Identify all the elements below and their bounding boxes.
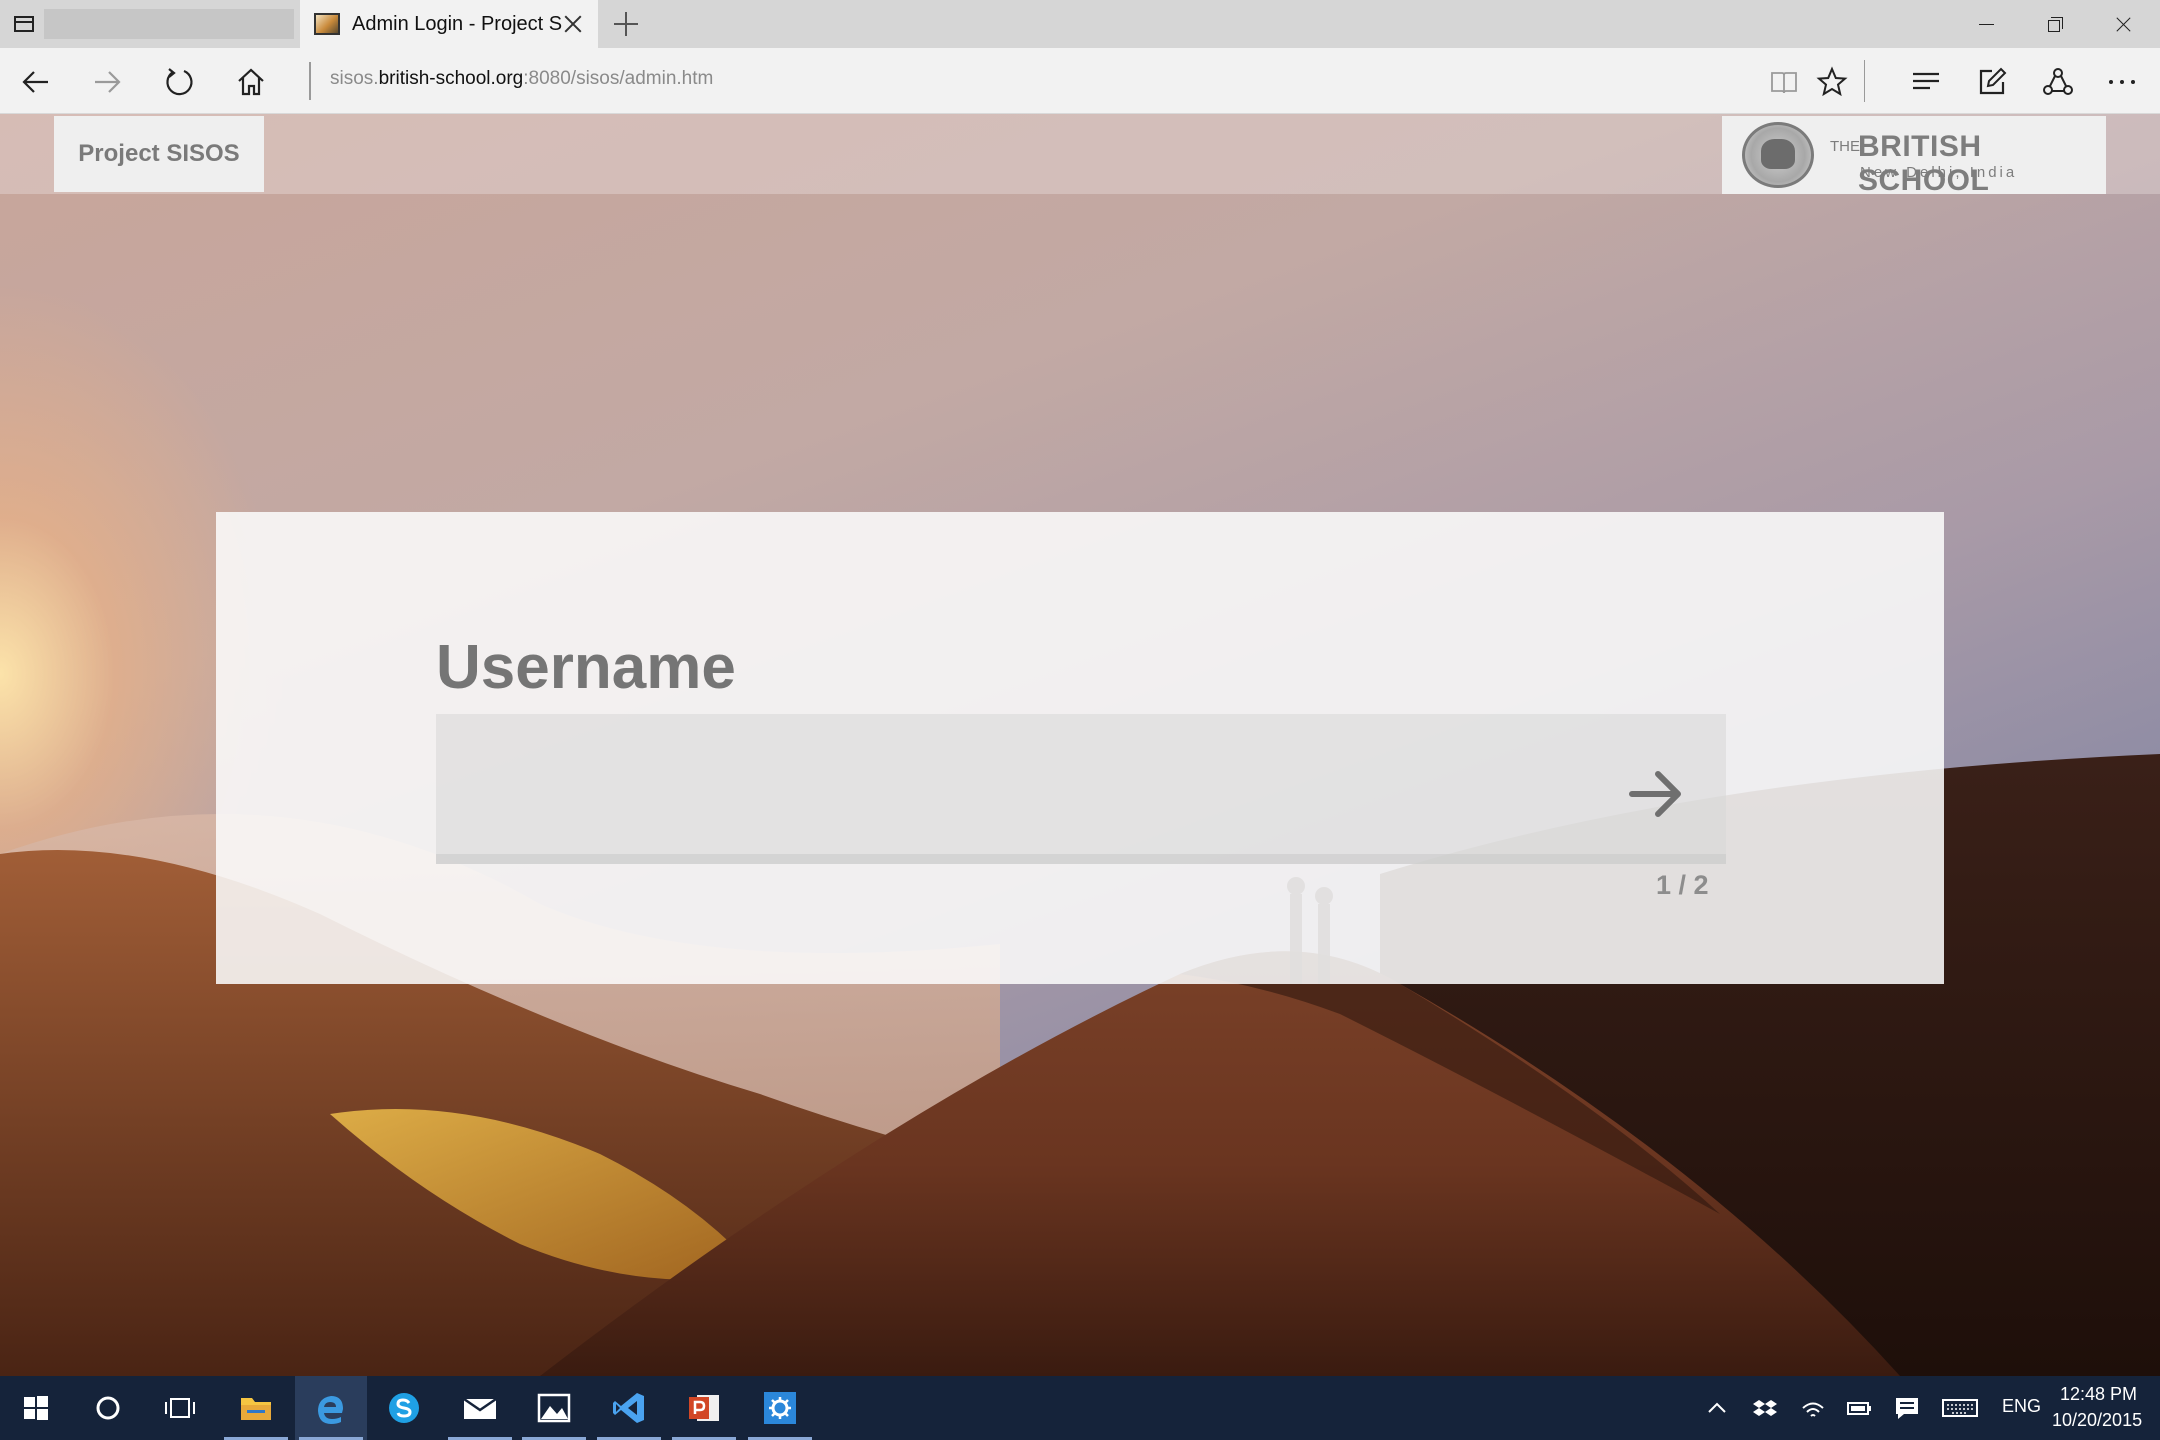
settings-gear-icon	[764, 1392, 796, 1424]
site-header: Project SISOS THE BRITISH SCHOOL New Del…	[0, 114, 2160, 197]
cortana-circle-icon	[96, 1396, 120, 1420]
task-view-icon	[165, 1398, 195, 1418]
minimize-button[interactable]	[1952, 0, 2020, 48]
photos-icon	[537, 1393, 571, 1423]
url-suffix: :8080/sisos/admin.htm	[523, 68, 714, 89]
url-prefix: sisos.	[330, 68, 379, 89]
home-icon[interactable]	[233, 64, 269, 100]
tab-active[interactable]: Admin Login - Project S	[300, 0, 598, 48]
hub-icon[interactable]	[1908, 64, 1944, 100]
web-page: Project SISOS THE BRITISH SCHOOL New Del…	[0, 114, 2160, 1376]
photos-button[interactable]	[518, 1376, 590, 1440]
username-field-container	[436, 714, 1726, 864]
visual-studio-icon	[613, 1393, 644, 1423]
refresh-icon[interactable]	[162, 64, 198, 100]
dropbox-icon[interactable]	[1752, 1396, 1778, 1420]
back-icon[interactable]	[18, 64, 54, 100]
url-separator	[309, 62, 311, 100]
favorite-star-icon[interactable]	[1814, 64, 1850, 100]
clock-time[interactable]: 12:48 PM	[2060, 1384, 2137, 1405]
restore-button[interactable]	[2020, 0, 2088, 48]
file-explorer-button[interactable]	[220, 1376, 292, 1440]
windows-logo-icon	[24, 1396, 48, 1420]
more-icon[interactable]	[2104, 64, 2140, 100]
skype-button[interactable]	[368, 1376, 440, 1440]
field-underline	[436, 854, 1726, 864]
reading-view-icon[interactable]	[1766, 64, 1802, 100]
action-center-icon[interactable]	[1894, 1396, 1920, 1420]
language-indicator[interactable]: ENG	[2002, 1396, 2041, 1417]
username-input[interactable]	[436, 714, 1726, 854]
mail-icon	[463, 1397, 497, 1419]
tab-inactive[interactable]	[44, 9, 294, 39]
step-indicator: 1 / 2	[1656, 870, 1709, 900]
toolbar-separator	[1864, 60, 1865, 102]
folder-icon	[241, 1398, 271, 1420]
wifi-icon[interactable]	[1800, 1396, 1826, 1420]
cortana-search-button[interactable]	[72, 1376, 144, 1440]
powerpoint-icon	[689, 1395, 719, 1421]
start-button[interactable]	[0, 1376, 72, 1440]
clock-date[interactable]: 10/20/2015	[2052, 1410, 2142, 1431]
mail-button[interactable]	[444, 1376, 516, 1440]
tab-title: Admin Login - Project S	[352, 12, 562, 35]
powerpoint-button[interactable]	[668, 1376, 740, 1440]
url-domain: british-school.org	[378, 68, 524, 89]
share-icon[interactable]	[2040, 64, 2076, 100]
school-the: THE	[1830, 138, 1860, 155]
skype-icon	[389, 1393, 419, 1423]
arrow-right-icon	[1629, 771, 1681, 817]
navigation-bar: sisos.british-school.org:8080/sisos/admi…	[0, 48, 2160, 114]
edge-icon	[318, 1396, 343, 1424]
brand-link[interactable]: Project SISOS	[54, 116, 264, 192]
edge-button[interactable]	[295, 1376, 367, 1440]
tab-strip: Admin Login - Project S	[0, 0, 2160, 48]
task-view-button[interactable]	[144, 1376, 216, 1440]
address-field[interactable]: sisos.british-school.org:8080/sisos/admi…	[330, 68, 713, 90]
username-label: Username	[436, 633, 736, 702]
close-window-button[interactable]	[2088, 0, 2156, 48]
login-card: Username 1 / 2	[216, 512, 1944, 984]
school-seal-icon	[1742, 122, 1814, 188]
tab-close-icon[interactable]	[562, 13, 584, 35]
web-note-icon[interactable]	[1974, 64, 2010, 100]
favicon-icon	[314, 13, 340, 35]
taskbar: ENG 12:48 PM 10/20/2015	[0, 1376, 2160, 1440]
show-hidden-icons-chevron-icon[interactable]	[1704, 1396, 1730, 1420]
school-logo[interactable]: THE BRITISH SCHOOL New Delhi, India	[1722, 116, 2106, 197]
school-city: New Delhi, India	[1860, 164, 2018, 181]
settings-button[interactable]	[744, 1376, 816, 1440]
battery-icon[interactable]	[1846, 1396, 1872, 1420]
forward-icon[interactable]	[89, 64, 125, 100]
visual-studio-button[interactable]	[593, 1376, 665, 1440]
new-tab-icon[interactable]	[614, 12, 638, 36]
tab-preview-icon[interactable]	[12, 13, 36, 35]
next-arrow-button[interactable]	[1626, 764, 1686, 824]
brand-text: Project SISOS	[78, 140, 240, 167]
touch-keyboard-icon[interactable]	[1942, 1396, 1978, 1420]
